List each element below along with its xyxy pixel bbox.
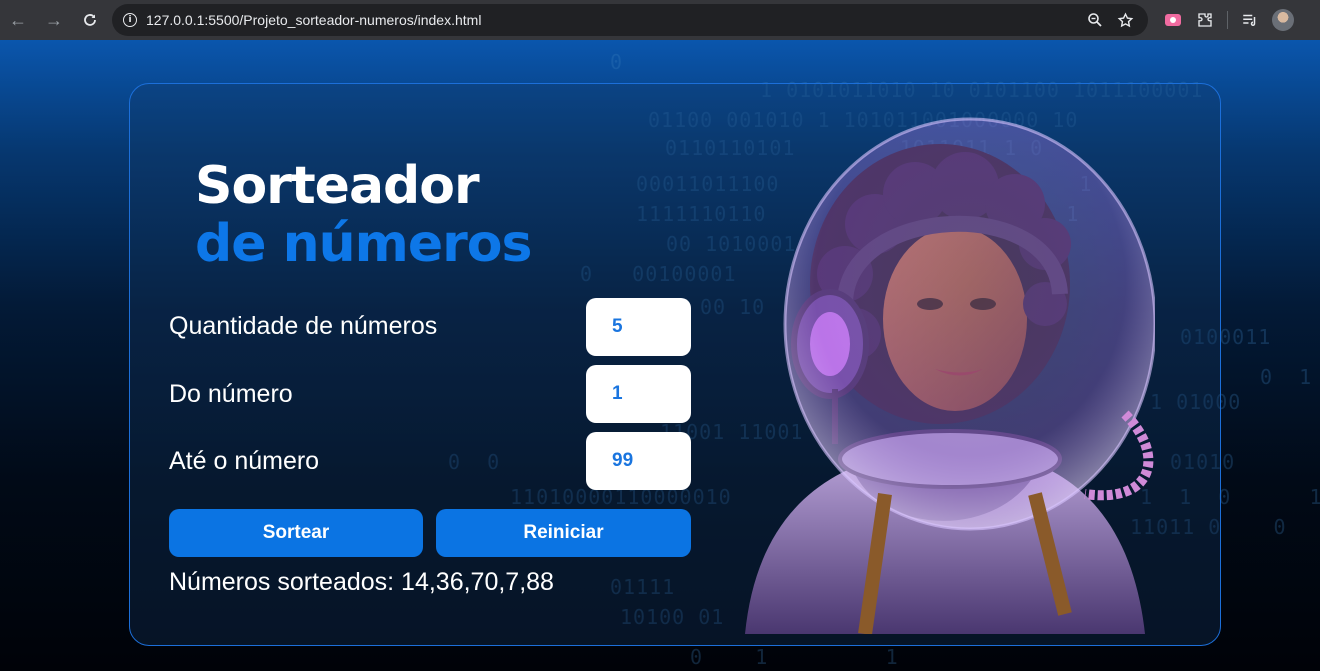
reload-icon [84,14,96,26]
draw-button[interactable]: Sortear [169,509,423,557]
reload-button[interactable] [72,2,108,38]
profile-avatar[interactable] [1272,9,1294,31]
browser-toolbar: ← → i 127.0.0.1:5500/Projeto_sorteador-n… [0,0,1320,40]
url-text: 127.0.0.1:5500/Projeto_sorteador-numeros… [146,12,482,28]
sorter-card: Sorteador de números Quantidade de númer… [129,83,1221,646]
page-background: 0 1 0101011010 10 0101100 1011100001 011… [0,40,1320,671]
media-queue-icon[interactable] [1240,10,1260,30]
back-button[interactable]: ← [0,2,36,38]
arrow-left-icon: ← [9,9,27,30]
site-info-button[interactable]: i [114,13,146,27]
drawn-numbers-result: Números sorteados: 14,36,70,7,88 [169,568,554,596]
page-title-line1: Sorteador [195,156,480,216]
address-bar[interactable]: i 127.0.0.1:5500/Projeto_sorteador-numer… [112,4,1148,36]
forward-button[interactable]: → [36,2,72,38]
screen-recorder-extension-icon[interactable] [1163,10,1183,30]
page-title-line2: de números [195,214,532,274]
from-number-label: Do número [169,380,293,408]
to-number-input[interactable] [586,432,691,490]
bookmark-star-icon[interactable] [1117,11,1134,29]
quantity-label: Quantidade de números [169,312,438,340]
from-number-input[interactable] [586,365,691,423]
binary-decoration: 0 1 1 [690,645,899,669]
zoom-icon[interactable] [1087,12,1103,28]
quantity-input[interactable] [586,298,691,356]
toolbar-divider [1227,11,1228,29]
extensions-puzzle-icon[interactable] [1195,10,1215,30]
astronaut-illustration [745,117,1155,634]
info-icon: i [123,13,137,27]
to-number-label: Até o número [169,447,320,475]
reset-button[interactable]: Reiniciar [436,509,691,557]
arrow-right-icon: → [45,9,63,30]
binary-decoration: 0 1 [1260,365,1313,389]
binary-decoration: 0 [610,50,624,74]
